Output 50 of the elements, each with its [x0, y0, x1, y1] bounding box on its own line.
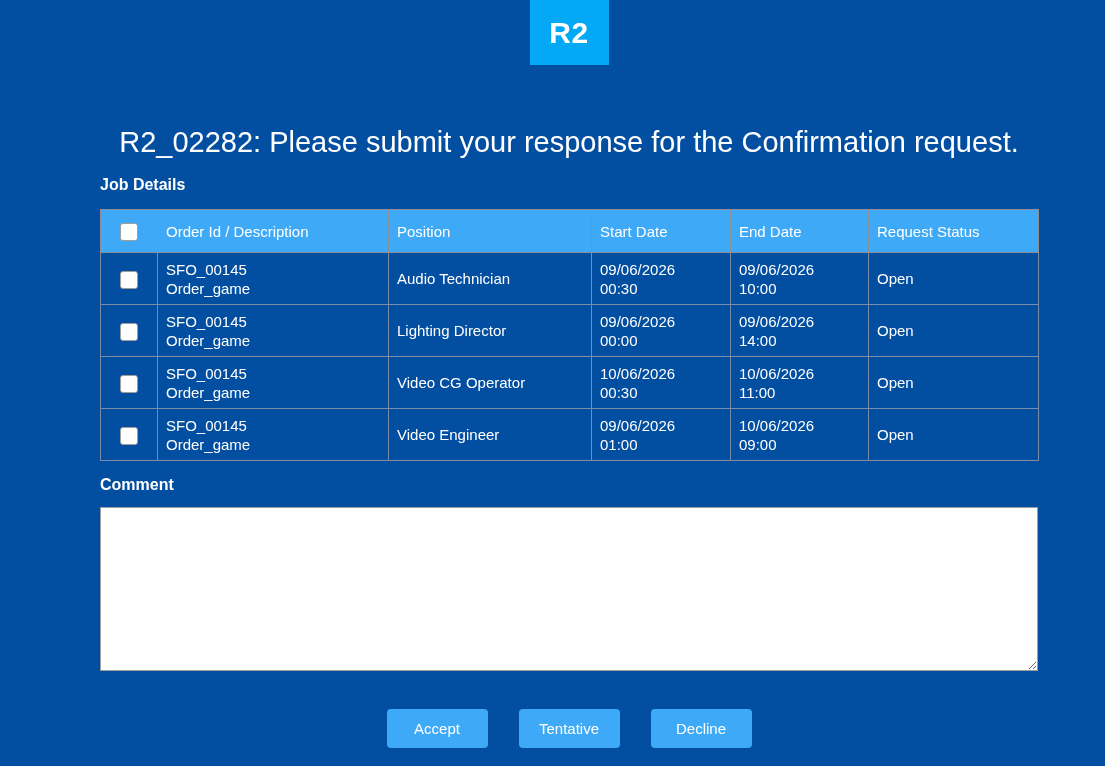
column-header: Start Date — [600, 222, 668, 240]
end-date: 10/06/2026 — [739, 415, 816, 435]
order-id: SFO_00145 — [166, 363, 248, 383]
start-time: 00:00 — [600, 330, 639, 350]
comment-label: Comment — [100, 475, 174, 495]
page-title: R2_02282: Please submit your response for the Confirmation request. — [118, 125, 1020, 160]
status-text: Open — [877, 425, 915, 444]
end-time: 10:00 — [739, 278, 778, 298]
order-id: SFO_00145 — [166, 415, 248, 435]
position-text: Video Engineer — [397, 425, 501, 444]
status-text: Open — [877, 269, 915, 288]
order-id: SFO_00145 — [166, 311, 248, 331]
comment-field[interactable] — [100, 507, 1038, 671]
status-text: Open — [877, 321, 915, 340]
column-header: Position — [397, 222, 451, 240]
action-button[interactable]: Tentative — [518, 709, 620, 748]
start-time: 00:30 — [600, 278, 639, 298]
start-time: 01:00 — [600, 434, 639, 454]
order-id: SFO_00145 — [166, 259, 248, 279]
end-date: 09/06/2026 — [739, 259, 816, 279]
row-checkbox[interactable] — [120, 322, 138, 341]
column-header: Request Status — [877, 222, 980, 240]
row-checkbox[interactable] — [120, 374, 138, 393]
order-description: Order_game — [166, 434, 252, 454]
end-time: 14:00 — [739, 330, 778, 350]
column-header: Order Id / Description — [166, 222, 309, 240]
position-text: Video CG Operator — [397, 373, 527, 392]
position-text: Audio Technician — [397, 269, 512, 288]
start-time: 00:30 — [600, 382, 639, 402]
action-button[interactable]: Accept — [386, 709, 488, 748]
position-text: Lighting Director — [397, 321, 508, 340]
logo: R2 — [529, 0, 609, 65]
start-date: 09/06/2026 — [600, 311, 677, 331]
select-all-checkbox[interactable] — [120, 223, 138, 241]
start-date: 09/06/2026 — [600, 259, 677, 279]
column-header: End Date — [739, 222, 802, 240]
start-date: 10/06/2026 — [600, 363, 677, 383]
order-description: Order_game — [166, 330, 252, 350]
row-checkbox[interactable] — [120, 426, 138, 445]
end-date: 09/06/2026 — [739, 311, 816, 331]
order-description: Order_game — [166, 278, 252, 298]
end-time: 11:00 — [739, 382, 777, 402]
start-date: 09/06/2026 — [600, 415, 677, 435]
row-checkbox[interactable] — [120, 270, 138, 289]
section-heading: Job Details — [100, 175, 186, 195]
action-button[interactable]: Decline — [650, 709, 752, 748]
end-time: 09:00 — [739, 434, 778, 454]
end-date: 10/06/2026 — [739, 363, 816, 383]
order-description: Order_game — [166, 382, 252, 402]
status-text: Open — [877, 373, 915, 392]
